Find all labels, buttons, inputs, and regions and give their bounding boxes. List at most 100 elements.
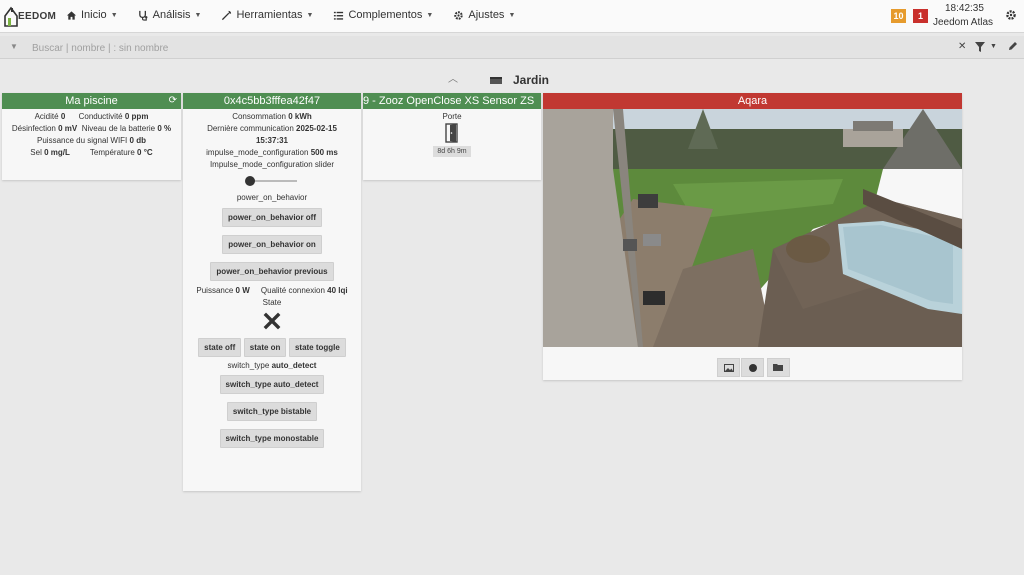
puissance-label: Puissance [196, 286, 234, 295]
object-title: Jardin [513, 73, 550, 87]
caret-down-icon: ▼ [194, 11, 202, 19]
collapse-section-icon[interactable]: ︿ [448, 70, 458, 85]
batterie-value: 0 % [157, 124, 172, 133]
image-icon [723, 363, 734, 372]
widget-title[interactable]: Ma piscine ⟳ [2, 93, 181, 109]
menu-analisis-label: Análisis [152, 9, 191, 21]
wifi-label: Puissance du signal WIFI [37, 136, 128, 145]
puissance-value: 0 W [235, 286, 250, 295]
sel-label: Sel [30, 148, 42, 157]
slider-handle[interactable] [245, 176, 255, 186]
info-row: Consommation 0 kWh [183, 111, 361, 123]
door-duration: 8d 6h 9m [433, 146, 471, 157]
home-icon [66, 10, 77, 20]
door-closed-icon [445, 123, 458, 143]
desinfection-label: Désinfection [11, 124, 56, 133]
menu-herramientas-label: Herramientas [236, 9, 303, 21]
desinfection-value: 0 mV [58, 124, 78, 133]
info-row: Dernière communication 2025-02-15 [183, 123, 361, 135]
batterie-label: Niveau de la batterie [81, 124, 156, 133]
qualite-label: Qualité connexion [260, 286, 325, 295]
menu-herramientas[interactable]: Herramientas ▼ [221, 9, 313, 21]
state-toggle-button[interactable]: state toggle [288, 338, 346, 357]
consumption-label: Consommation [232, 112, 286, 121]
switch-type-label: switch_type [227, 361, 270, 370]
warning-alerts-badge[interactable]: 10 [891, 9, 906, 23]
danger-alerts-badge[interactable]: 1 [913, 9, 928, 23]
system-name[interactable]: Jeedom Atlas [933, 17, 993, 28]
info-row: switch_type auto_detect [183, 360, 361, 372]
menu-ajustes[interactable]: Ajustes ▼ [453, 9, 515, 21]
caret-down-icon[interactable]: ▼ [990, 43, 997, 50]
search-bar: ▼ ✕ ▼ [0, 36, 1024, 59]
menu-analisis[interactable]: Análisis ▼ [138, 9, 202, 21]
qualite-value: 40 lqi [327, 286, 348, 295]
sel-value: 0 mg/L [44, 148, 70, 157]
widget-title[interactable]: 0x4c5bb3fffea42f47 [183, 93, 361, 109]
conductivite-value: 0 ppm [124, 112, 149, 121]
chevron-down-icon[interactable]: ▼ [10, 42, 18, 51]
pencil-icon[interactable] [1008, 41, 1018, 51]
widget-title[interactable]: 9 - Zooz OpenClose XS Sensor ZS [363, 93, 541, 109]
gear-icon[interactable] [1005, 9, 1017, 21]
temperature-value: 0 °C [137, 148, 153, 157]
menu-inicio[interactable]: Inicio ▼ [66, 9, 118, 21]
power-on-behavior-on-button[interactable]: power_on_behavior on [222, 235, 322, 254]
info-row: impulse_mode_configuration 500 ms [183, 147, 361, 159]
state-off-button[interactable]: state off [198, 338, 242, 357]
clear-search-icon[interactable]: ✕ [958, 41, 966, 52]
record-icon [748, 363, 757, 372]
recordings-folder-button[interactable] [767, 358, 790, 377]
clock: 18:42:35 [945, 3, 984, 14]
stethoscope-icon [138, 10, 148, 21]
widget-title-label: Ma piscine [65, 95, 118, 107]
record-button[interactable] [741, 358, 764, 377]
camera-snapshot [543, 109, 962, 347]
porte-label: Porte [442, 112, 462, 121]
widget-ma-piscine: Ma piscine ⟳ Acidité 0 Conductivité 0 pp… [2, 93, 181, 180]
info-row: Puissance du signal WIFI 0 db [2, 135, 181, 147]
widget-switch-device: 0x4c5bb3fffea42f47 Consommation 0 kWh De… [183, 93, 361, 491]
conductivite-label: Conductivité [78, 112, 123, 121]
caret-down-icon: ▼ [426, 11, 434, 19]
switch-type-bistable-button[interactable]: switch_type bistable [226, 402, 318, 421]
gear-icon [454, 10, 464, 20]
info-row: Acidité 0 Conductivité 0 ppm [2, 111, 181, 123]
switch-type-value: auto_detect [271, 361, 317, 370]
switch-type-auto-detect-button[interactable]: switch_type auto_detect [219, 375, 325, 394]
state-on-button[interactable]: state on [243, 338, 287, 357]
power-on-behavior-off-button[interactable]: power_on_behavior off [221, 208, 322, 227]
search-input[interactable] [30, 39, 914, 57]
main-menu: Inicio ▼ Análisis ▼ Herramientas ▼ Compleme… [66, 9, 535, 21]
top-navbar: EEDOM Inicio ▼ Análisis ▼ Herramientas ▼ Co… [0, 0, 1024, 33]
refresh-icon[interactable]: ⟳ [169, 93, 177, 109]
power-on-behavior-previous-button[interactable]: power_on_behavior previous [210, 262, 334, 281]
snapshot-button[interactable] [717, 358, 740, 377]
slider-label: Impulse_mode_configuration slider [209, 160, 335, 169]
caret-down-icon: ▼ [306, 11, 314, 19]
state-off-cross-icon [263, 312, 281, 330]
impulse-slider[interactable] [183, 171, 361, 189]
consumption-value: 0 kWh [288, 112, 312, 121]
menu-complementos[interactable]: Complementos ▼ [333, 9, 433, 21]
jeedom-logo[interactable]: EEDOM [4, 4, 56, 28]
wrench-icon [222, 10, 232, 20]
switch-type-monostable-button[interactable]: switch_type monostable [219, 429, 325, 448]
info-row: 15:37:31 [183, 135, 361, 147]
filter-icon[interactable] [975, 42, 985, 52]
lastcomm-date: 2025-02-15 [296, 124, 337, 133]
garden-object-icon [490, 77, 502, 84]
lastcomm-time: 15:37:31 [255, 136, 289, 145]
impulse-value: 500 ms [310, 148, 338, 157]
menu-inicio-label: Inicio [81, 9, 107, 21]
widget-zooz-sensor: 9 - Zooz OpenClose XS Sensor ZS Porte 8d… [363, 93, 541, 180]
info-row: Désinfection 0 mV Niveau de la batterie … [2, 123, 181, 135]
door-state [363, 123, 541, 145]
info-row: Puissance 0 W Qualité connexion 40 lqi [183, 285, 361, 297]
impulse-label: impulse_mode_configuration [206, 148, 309, 157]
camera-feed[interactable] [543, 109, 962, 347]
state-label: State [262, 298, 282, 307]
menu-ajustes-label: Ajustes [468, 9, 505, 21]
widget-title[interactable]: Aqara [543, 93, 962, 109]
wifi-value: 0 db [129, 136, 146, 145]
